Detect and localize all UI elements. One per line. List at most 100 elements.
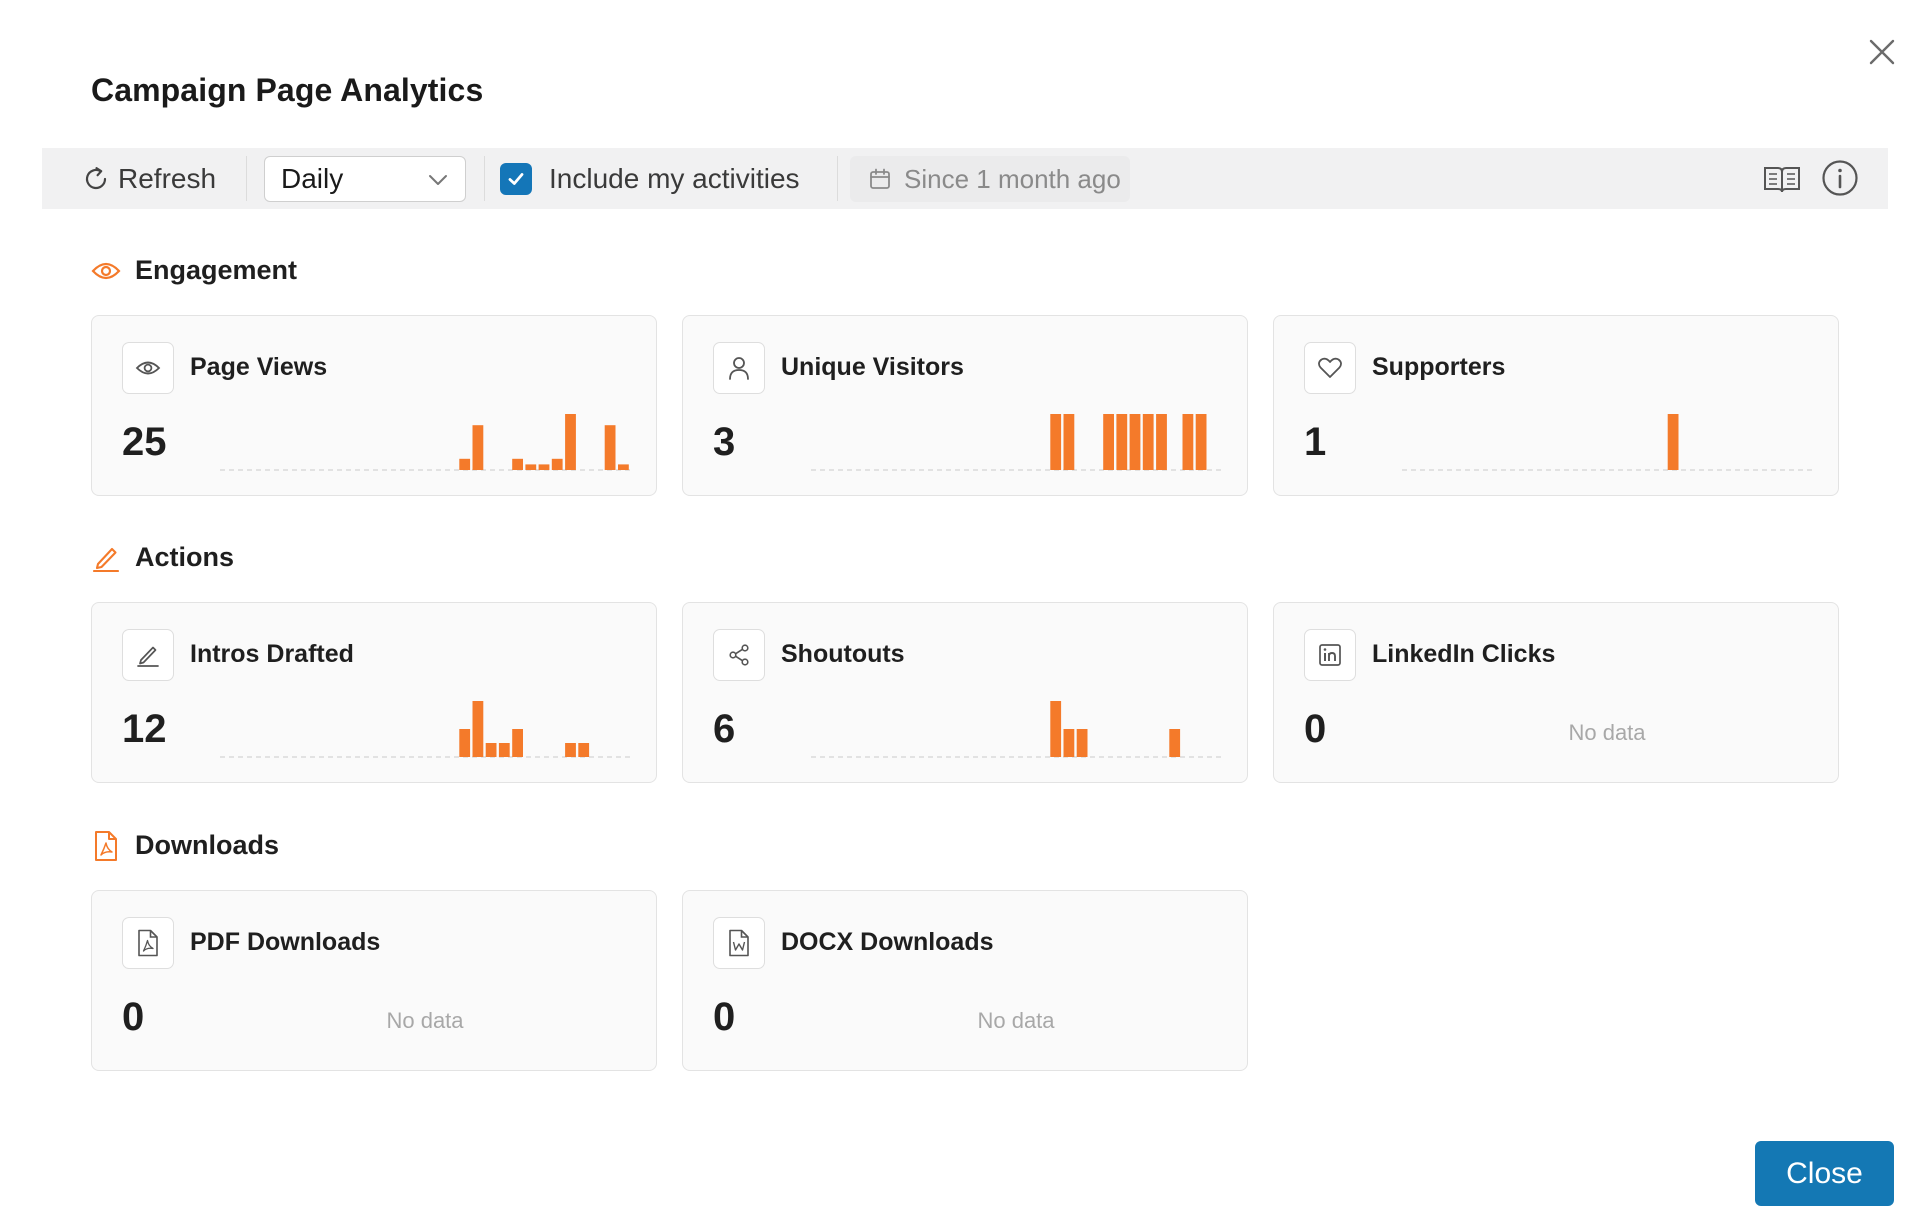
pencil-icon <box>122 629 174 681</box>
metric-title: PDF Downloads <box>190 928 381 956</box>
user-icon <box>713 342 765 394</box>
toolbar-divider <box>837 156 838 201</box>
sparkline-bar <box>538 464 550 470</box>
metric-value: 12 <box>122 707 167 751</box>
no-data-label: No data <box>1568 720 1646 745</box>
metric-card-page-views: Page Views 25 <box>91 315 657 496</box>
sparkline-bar <box>1116 414 1128 470</box>
metric-card-linkedin-clicks: LinkedIn Clicks 0 No data <box>1273 602 1839 783</box>
sparkline-unique-visitors <box>811 414 1221 471</box>
sparkline-bar <box>485 743 497 757</box>
sparkline-bar <box>1050 414 1062 470</box>
close-icon[interactable] <box>1862 32 1902 72</box>
no-data-label: No data <box>386 1008 464 1033</box>
sparkline-supporters <box>1402 414 1812 471</box>
metric-value: 6 <box>713 707 736 751</box>
interval-value: Daily <box>281 163 344 194</box>
close-button[interactable]: Close <box>1755 1141 1894 1206</box>
sparkline-bar <box>618 464 629 470</box>
section-title: Engagement <box>135 255 298 285</box>
sparkline-intros-drafted <box>220 701 630 758</box>
section-title: Downloads <box>135 830 280 860</box>
toolbar-divider <box>246 156 247 201</box>
sparkline-bar <box>565 743 576 757</box>
sparkline-bar <box>1076 729 1088 757</box>
metric-title: Unique Visitors <box>781 353 964 381</box>
sparkline-bar <box>551 458 563 470</box>
section-downloads: Downloads <box>91 830 279 861</box>
chevron-down-icon <box>429 175 447 185</box>
linkedin-icon <box>1304 629 1356 681</box>
sparkline-bar <box>459 458 471 470</box>
sparkline-bar <box>565 414 576 470</box>
dialog-title: Campaign Page Analytics <box>91 72 484 108</box>
date-range-label: Since 1 month ago <box>904 163 1121 194</box>
sparkline-bar <box>472 701 484 757</box>
checkmark-icon <box>508 173 524 185</box>
eye-icon <box>122 342 174 394</box>
pencil-icon <box>91 543 121 573</box>
metric-card-pdf-downloads: PDF Downloads 0 No data <box>91 890 657 1071</box>
metric-value: 0 <box>713 995 736 1039</box>
sparkline-bar <box>512 458 523 470</box>
refresh-label: Refresh <box>118 162 217 194</box>
metric-value: 3 <box>713 420 736 464</box>
info-icon[interactable] <box>1820 158 1860 198</box>
sparkline-bar <box>604 425 616 470</box>
section-title: Actions <box>135 542 235 572</box>
metric-value: 25 <box>122 420 167 464</box>
section-engagement: Engagement <box>91 255 297 286</box>
toolbar-divider <box>484 156 485 201</box>
analytics-dialog: Campaign Page Analytics Refresh Daily In… <box>0 0 1920 1231</box>
sparkline-bar <box>1156 414 1167 470</box>
sparkline-bar <box>1195 414 1207 470</box>
sparkline-bar <box>1063 729 1075 757</box>
eye-icon <box>91 256 121 286</box>
sparkline-bar <box>525 464 537 470</box>
sparkline-bar <box>498 743 510 757</box>
refresh-icon <box>85 166 107 189</box>
sparkline-bar <box>1129 414 1141 470</box>
metric-card-docx-downloads: DOCX Downloads 0 No data <box>682 890 1248 1071</box>
metric-title: DOCX Downloads <box>781 928 994 956</box>
sparkline-bar <box>1050 701 1062 757</box>
metric-card-supporters: Supporters 1 <box>1273 315 1839 496</box>
toolbar: Refresh Daily Include my activities Sinc… <box>42 148 1888 209</box>
refresh-button[interactable]: Refresh <box>82 148 216 209</box>
sparkline-bar <box>1103 414 1114 470</box>
sparkline-bar <box>1169 729 1181 757</box>
date-range-picker[interactable]: Since 1 month ago <box>850 156 1130 202</box>
pdf-file-icon <box>122 917 174 969</box>
no-data-label: No data <box>977 1008 1055 1033</box>
section-actions: Actions <box>91 542 234 573</box>
heart-icon <box>1304 342 1356 394</box>
metric-title: Supporters <box>1372 353 1506 381</box>
metric-title: LinkedIn Clicks <box>1372 640 1556 668</box>
pdf-file-icon <box>91 830 121 861</box>
docx-file-icon <box>713 917 765 969</box>
sparkline-bar <box>1667 414 1679 470</box>
book-icon[interactable] <box>1762 160 1802 198</box>
sparkline-bar <box>578 743 590 757</box>
sparkline-bar <box>512 729 523 757</box>
metric-value: 1 <box>1304 420 1327 464</box>
metric-title: Intros Drafted <box>190 640 354 668</box>
include-activities-checkbox[interactable] <box>500 163 532 195</box>
metric-title: Page Views <box>190 353 328 381</box>
sparkline-shoutouts <box>811 701 1221 758</box>
metric-card-shoutouts: Shoutouts 6 <box>682 602 1248 783</box>
share-icon <box>713 629 765 681</box>
metric-value: 0 <box>122 995 145 1039</box>
sparkline-bar <box>472 425 484 470</box>
sparkline-page-views <box>220 414 630 471</box>
metric-title: Shoutouts <box>781 640 905 668</box>
include-activities-label[interactable]: Include my activities <box>549 148 800 209</box>
sparkline-bar <box>1142 414 1154 470</box>
sparkline-bar <box>459 729 471 757</box>
metric-value: 0 <box>1304 707 1327 751</box>
sparkline-bar <box>1063 414 1075 470</box>
calendar-icon <box>870 168 890 189</box>
interval-select[interactable]: Daily <box>264 156 466 202</box>
metric-card-unique-visitors: Unique Visitors 3 <box>682 315 1248 496</box>
sparkline-bar <box>1182 414 1194 470</box>
